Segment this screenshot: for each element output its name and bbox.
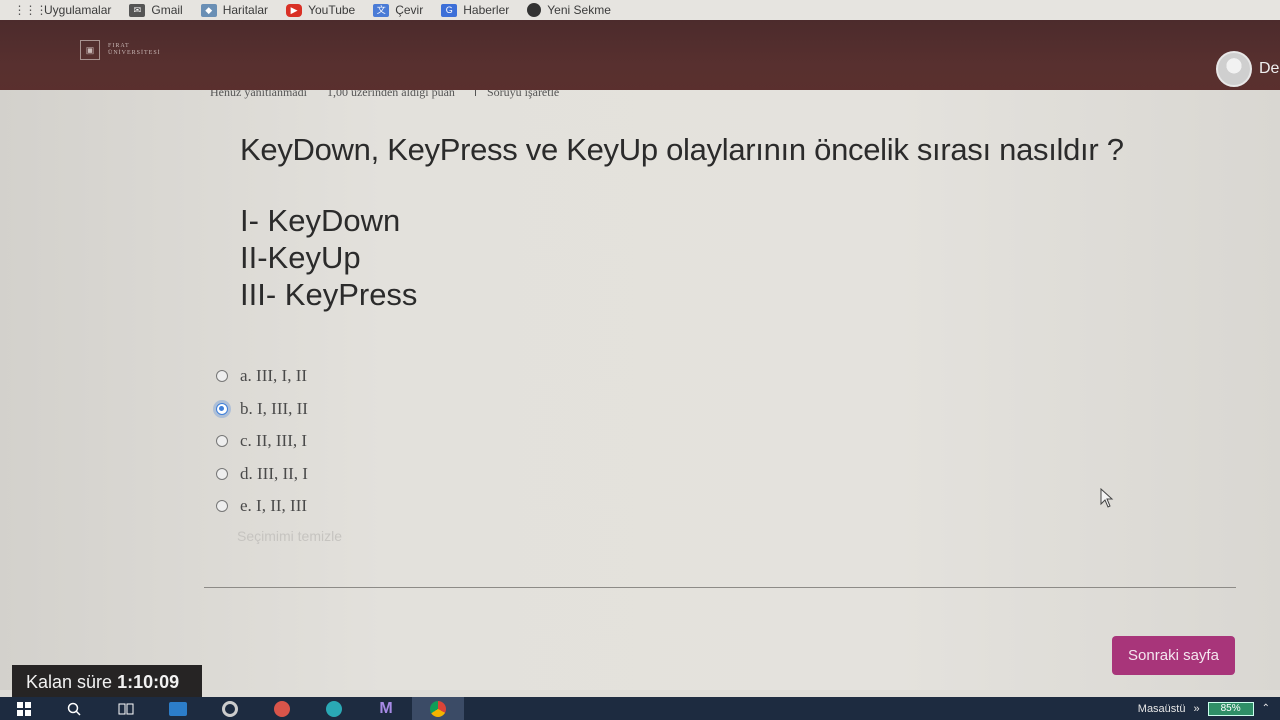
media-icon [222,700,238,717]
bookmark-label: Haritalar [222,3,269,17]
app-red-icon [274,700,290,717]
remaining-time: Kalan süre 1:10:09 [12,665,202,699]
chevron-icon[interactable]: » [1193,703,1199,715]
user-avatar[interactable] [1216,51,1252,87]
visual-studio-icon: M [379,699,393,717]
question-items: I- KeyDown II-KeyUp III- KeyPress [240,202,417,313]
answer-label: a. III, I, II [240,366,308,386]
search-button[interactable] [48,697,100,720]
browser-icon [430,700,446,717]
taskbar: M Masaüstü » 85% ⌃ [0,697,1280,720]
user-name[interactable]: De [1259,60,1279,78]
next-page-button[interactable]: Sonraki sayfa [1112,636,1235,675]
bookmark-translate[interactable]: 文 Çevir [373,3,423,17]
desktop-label[interactable]: Masaüstü [1138,703,1186,715]
windows-icon [17,701,31,716]
logo-line2: ÜNİVERSİTESİ [108,50,161,56]
flag-label: Soruyu işaretle [486,90,560,99]
question-status: Henüz yanıtlanmadı [210,90,307,99]
taskbar-app-store[interactable] [152,697,204,720]
start-button[interactable] [0,697,48,720]
radio-button[interactable] [216,370,228,383]
bookmark-label: Uygulamalar [44,3,112,17]
flag-icon [474,90,483,96]
answer-option-a[interactable]: a. III, I, II [212,360,308,393]
bookmark-gmail[interactable]: ✉ Gmail [129,3,183,17]
question-points: 1,00 üzerinden aldığı puan [326,90,455,99]
gmail-icon: ✉ [129,3,146,17]
bookmark-label: YouTube [308,3,356,17]
question-item: I- KeyDown [240,203,401,238]
answer-options: a. III, I, II b. I, III, II c. II, III, … [212,360,308,523]
store-icon [169,701,187,716]
logo-line1: FIRAT [108,43,130,49]
logo-mark-icon: ▣ [80,40,100,60]
bookmark-youtube[interactable]: ▶ YouTube [286,3,355,17]
bookmark-label: Gmail [151,3,183,17]
bookmark-new-tab[interactable]: Yeni Sekme [527,3,611,17]
battery-indicator[interactable]: 85% [1207,701,1254,716]
task-view-icon [118,703,134,714]
task-view-button[interactable] [100,697,152,720]
quiz-content: Henüz yanıtlanmadı 1,00 üzerinden aldığı… [0,90,1280,699]
search-icon [67,702,81,716]
globe-icon [527,3,542,17]
taskbar-browser[interactable] [412,697,464,720]
radio-button-checked[interactable] [216,402,228,415]
clear-choice-link[interactable]: Seçimimi temizle [237,528,342,544]
taskbar-app-teal[interactable] [308,697,360,720]
up-arrow-icon[interactable]: ⌃ [1262,703,1270,714]
site-header: ▣ FIRAT ÜNİVERSİTESİ De [0,20,1280,96]
answer-label: e. I, II, III [240,496,308,516]
maps-icon: ◆ [200,3,217,17]
question-item: II-KeyUp [240,240,361,275]
answer-label: c. II, III, I [240,431,308,451]
answer-label: d. III, II, I [240,463,308,483]
bookmarks-bar: ⋮⋮⋮ Uygulamalar ✉ Gmail ◆ Haritalar ▶ Yo… [0,0,1280,20]
radio-button[interactable] [216,500,228,513]
flag-question-link[interactable]: Soruyu işaretle [474,90,560,99]
logo-text: FIRAT ÜNİVERSİTESİ [108,43,161,57]
answer-label: b. I, III, II [240,398,308,418]
mouse-cursor-icon [1100,488,1114,508]
radio-button[interactable] [216,467,228,480]
divider [204,587,1236,588]
taskbar-visual-studio[interactable]: M [360,697,412,720]
timer-value: 1:10:09 [117,671,180,692]
site-logo[interactable]: ▣ FIRAT ÜNİVERSİTESİ [80,40,161,60]
taskbar-app-red[interactable] [256,697,308,720]
question-info: Henüz yanıtlanmadı 1,00 üzerinden aldığı… [210,90,559,104]
bookmark-apps[interactable]: ⋮⋮⋮ Uygulamalar [13,3,112,17]
translate-icon: 文 [373,3,390,17]
youtube-icon: ▶ [286,3,303,17]
bookmark-news[interactable]: G Haberler [441,3,509,17]
taskbar-app-media[interactable] [204,697,256,720]
timer-label: Kalan süre [26,671,113,692]
bookmark-label: Haberler [463,3,510,17]
system-tray: Masaüstü » 85% ⌃ [1138,697,1280,720]
answer-option-c[interactable]: c. II, III, I [212,425,308,458]
news-icon: G [441,3,458,17]
bookmark-label: Çevir [395,3,424,17]
bookmark-label: Yeni Sekme [547,3,611,17]
app-teal-icon [326,700,342,717]
bookmark-maps[interactable]: ◆ Haritalar [200,3,269,17]
answer-option-e[interactable]: e. I, II, III [212,490,308,523]
question-text: KeyDown, KeyPress ve KeyUp olaylarının ö… [240,132,1124,167]
apps-grid-icon: ⋮⋮⋮ [13,3,48,17]
radio-button[interactable] [216,435,228,448]
answer-option-b[interactable]: b. I, III, II [212,393,308,426]
question-item: III- KeyPress [240,277,418,312]
answer-option-d[interactable]: d. III, II, I [212,458,308,491]
